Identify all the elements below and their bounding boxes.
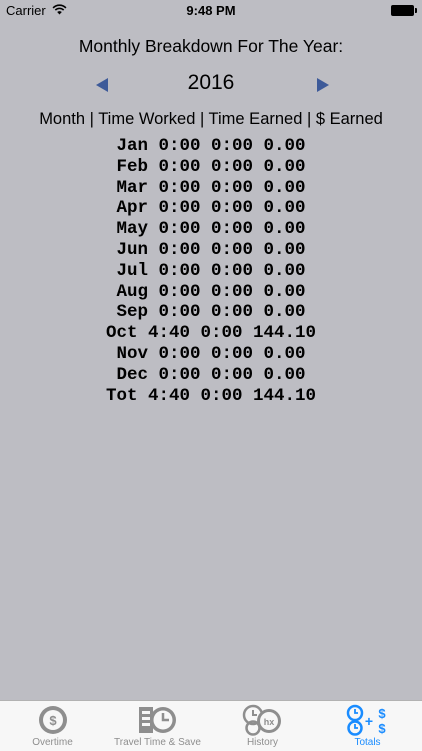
tab-travel-time-save[interactable]: Travel Time & Save [105,701,210,751]
list-item: Apr 0:00 0:00 0.00 [116,198,306,219]
tab-label: Totals [354,737,381,748]
totals-clock-plus-dollar-icon: + $ $ [346,704,386,736]
monthly-breakdown-list: Jan 0:00 0:00 0.00 Feb 0:00 0:00 0.00 Ma… [0,136,422,406]
tab-label: History [246,737,279,748]
list-item: May 0:00 0:00 0.00 [116,219,306,240]
list-item: Sep 0:00 0:00 0.00 [116,302,306,323]
list-item: Jul 0:00 0:00 0.00 [116,260,306,281]
svg-text:+: + [364,713,372,729]
page-title: Monthly Breakdown For The Year: [78,36,344,56]
column-headers: Month | Time Worked | Time Earned | $ Ea… [39,110,383,128]
list-item: Nov 0:00 0:00 0.00 [116,343,306,364]
tab-overtime[interactable]: $ Overtime [0,701,105,751]
status-bar: Carrier 9:48 PM [0,0,422,22]
svg-text:$: $ [378,721,386,736]
tab-label: Travel Time & Save [114,737,201,748]
list-item: Feb 0:00 0:00 0.00 [116,156,306,177]
list-item: Dec 0:00 0:00 0.00 [116,364,306,385]
travel-clock-icon [138,707,176,733]
list-item: Oct 4:40 0:00 144.10 [105,323,317,344]
year-selector: 2016 [0,70,422,98]
svg-text:$: $ [378,706,386,721]
list-item: Aug 0:00 0:00 0.00 [116,281,306,302]
status-time: 9:48 PM [186,3,236,18]
tab-history[interactable]: hx History [210,701,315,751]
list-item: Jan 0:00 0:00 0.00 [116,136,306,156]
tab-label: Overtime [32,737,73,748]
battery-icon [391,5,417,16]
svg-text:hx: hx [263,717,274,727]
clock-dollar-icon: $ [38,706,67,734]
tab-bar: $ Overtime Travel Time & Save hx History [0,700,422,751]
svg-text:$: $ [49,713,57,728]
list-item: Jun 0:00 0:00 0.00 [116,239,306,260]
history-clock-icon: hx [242,704,281,736]
list-item: Mar 0:00 0:00 0.00 [116,177,306,198]
year-label: 2016 [187,71,235,94]
total-row: Tot 4:40 0:00 144.10 [105,385,317,406]
tab-totals[interactable]: + $ $ Totals [315,701,420,751]
next-year-icon[interactable] [317,78,329,92]
